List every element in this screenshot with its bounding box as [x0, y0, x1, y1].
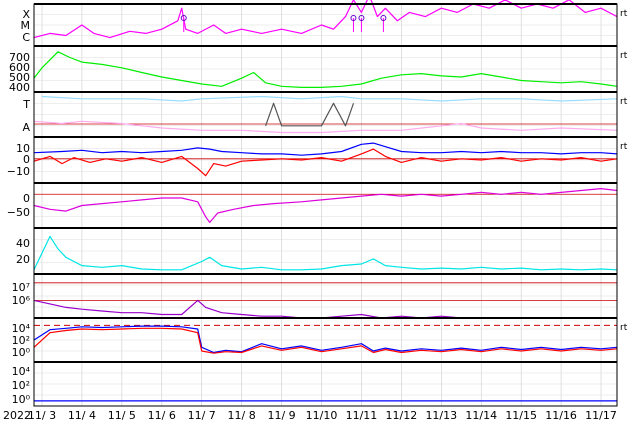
y-tick-label: 20 — [16, 253, 30, 266]
realtime-label: rt — [620, 323, 628, 333]
x-tick-label: 11/ 7 — [188, 409, 216, 422]
space-weather-chart: XMCrt700600500400rtTArt100−10rt0−5040201… — [0, 0, 634, 424]
y-tick-label: 0 — [23, 192, 30, 205]
y-tick-label: A — [22, 121, 30, 134]
x-tick-label: 11/14 — [465, 409, 497, 422]
y-tick-label: 10² — [12, 379, 30, 392]
y-tick-label: 400 — [9, 81, 30, 94]
x-tick-label: 11/17 — [585, 409, 617, 422]
y-tick-label: 40 — [16, 237, 30, 250]
realtime-label: rt — [620, 97, 628, 107]
x-tick-label: 11/ 8 — [228, 409, 256, 422]
x-tick-label: 11/ 4 — [68, 409, 96, 422]
x-tick-label: 11/ 5 — [108, 409, 136, 422]
realtime-label: rt — [620, 51, 628, 61]
y-tick-label: −10 — [7, 165, 30, 178]
x-tick-label: 11/13 — [425, 409, 457, 422]
x-tick-label: 11/16 — [545, 409, 577, 422]
year-label: 2022 — [3, 409, 31, 422]
realtime-label: rt — [620, 9, 628, 19]
x-tick-label: 11/ 6 — [148, 409, 176, 422]
y-tick-label: 10⁰ — [12, 393, 31, 406]
y-tick-label: C — [22, 31, 30, 44]
y-tick-label: 10⁷ — [12, 281, 30, 294]
x-tick-label: 11/10 — [306, 409, 338, 422]
x-tick-label: 11/ 3 — [28, 409, 56, 422]
x-tick-labels: 2022 11/ 3 11/ 4 11/ 5 11/ 6 11/ 7 11/ 8 11/ 9… — [3, 409, 617, 422]
y-tick-label: T — [22, 98, 30, 111]
y-tick-label: 10⁶ — [12, 294, 31, 307]
x-tick-label: 11/12 — [386, 409, 418, 422]
y-tick-label: 10⁴ — [12, 365, 31, 378]
x-tick-label: 11/11 — [346, 409, 378, 422]
y-tick-label: 10⁰ — [12, 346, 31, 359]
x-tick-label: 11/15 — [505, 409, 537, 422]
x-tick-label: 11/ 9 — [267, 409, 295, 422]
realtime-label: rt — [620, 142, 628, 152]
y-tick-label: −50 — [7, 206, 30, 219]
